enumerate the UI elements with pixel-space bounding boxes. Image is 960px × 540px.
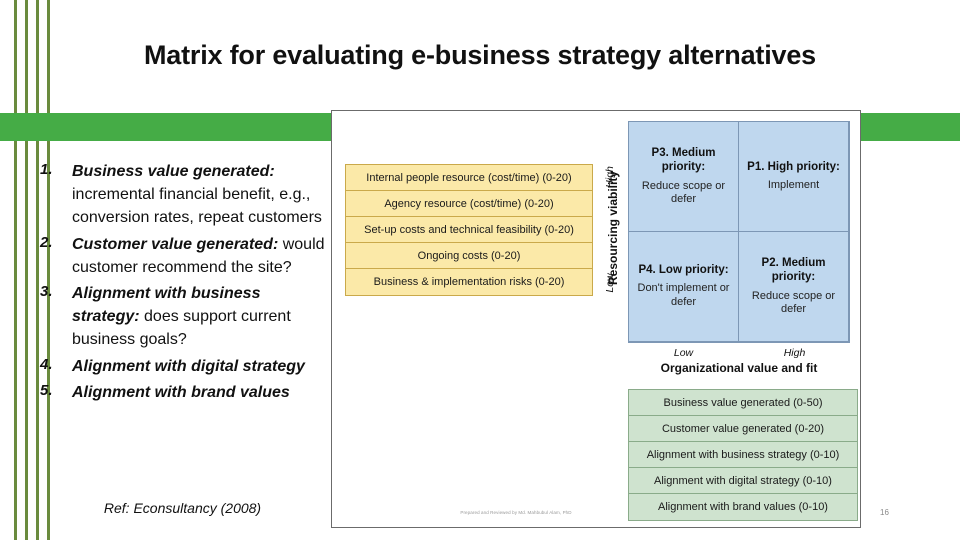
list-item: 3. Alignment with business strategy: doe… xyxy=(40,282,325,352)
quadrant-heading: P1. High priority: xyxy=(747,160,840,173)
y-axis-tick-low: Low xyxy=(604,273,616,293)
list-item-number: 3. xyxy=(40,282,53,300)
quadrant-heading: P3. Medium priority: xyxy=(651,146,716,174)
list-item-lead: Alignment with brand values xyxy=(72,383,290,401)
matrix-quadrant-p2: P2. Medium priority: Reduce scope or def… xyxy=(738,231,849,342)
list-item-lead: Customer value generated: xyxy=(72,235,279,253)
list-item: 4. Alignment with digital strategy xyxy=(40,355,325,378)
list-item-text: Customer value generated: would customer… xyxy=(72,233,325,279)
value-criteria-item: Alignment with business strategy (0-10) xyxy=(629,442,857,468)
resourcing-criteria-item: Internal people resource (cost/time) (0-… xyxy=(346,165,592,191)
list-item-number: 1. xyxy=(40,161,53,178)
list-item-lead: Alignment with digital strategy xyxy=(72,357,305,375)
matrix-quadrant-p1: P1. High priority: Implement xyxy=(738,121,849,232)
slide-page-number: 16 xyxy=(880,508,889,517)
matrix-quadrant-p4: P4. Low priority: Don't implement or def… xyxy=(628,231,739,342)
embedded-diagram-image: Internal people resource (cost/time) (0-… xyxy=(331,110,861,528)
x-axis-tick-high: High xyxy=(783,347,806,359)
quadrant-body: Don't implement or defer xyxy=(637,282,730,309)
resourcing-criteria-item: Agency resource (cost/time) (0-20) xyxy=(346,191,592,217)
x-axis: Low High Organizational value and fit xyxy=(628,347,850,375)
page-title: Matrix for evaluating e-business strateg… xyxy=(144,40,816,70)
title-accent-band-left xyxy=(0,113,331,141)
value-criteria-stack: Business value generated (0-50) Customer… xyxy=(628,389,858,521)
reference-note: Ref: Econsultancy (2008) xyxy=(103,500,262,516)
list-item-text: Alignment with digital strategy xyxy=(72,355,305,378)
diagram-credit-text: Prepared and Reviewed by Md. Mahbubul Al… xyxy=(460,510,572,515)
list-item: 5. Alignment with brand values xyxy=(40,381,325,404)
quadrant-heading: P4. Low priority: xyxy=(638,264,729,277)
quadrant-body: Implement xyxy=(767,179,820,192)
resourcing-criteria-item: Business & implementation risks (0-20) xyxy=(346,269,592,295)
list-item-text: Business value generated: incremental fi… xyxy=(72,160,325,230)
list-item-number: 5. xyxy=(40,381,53,399)
title-accent-band-right xyxy=(861,113,960,141)
decorative-vertical-rule-2 xyxy=(25,0,28,540)
list-item-rest: incremental financial benefit, e.g., con… xyxy=(72,186,322,227)
list-item: 2. Customer value generated: would custo… xyxy=(40,233,325,279)
y-axis-tick-high: High xyxy=(604,166,616,188)
y-axis: Resourcing viability High Low xyxy=(590,149,628,324)
list-item-number: 4. xyxy=(40,355,53,373)
value-criteria-item: Alignment with digital strategy (0-10) xyxy=(629,468,857,494)
diagram-canvas: Internal people resource (cost/time) (0-… xyxy=(332,111,860,527)
matrix-quadrant-p3: P3. Medium priority: Reduce scope or def… xyxy=(628,121,739,232)
decorative-vertical-rule-3 xyxy=(36,0,39,540)
list-item-lead: Business value generated: xyxy=(72,163,275,180)
decorative-vertical-rule-1 xyxy=(14,0,17,540)
quadrant-body: Reduce scope or defer xyxy=(751,289,836,316)
value-criteria-item: Alignment with brand values (0-10) xyxy=(629,494,857,520)
value-criteria-item: Business value generated (0-50) xyxy=(629,390,857,416)
quadrant-heading: P2. Medium priority: xyxy=(761,256,826,284)
x-axis-label: Organizational value and fit xyxy=(660,361,818,375)
x-axis-ticks: Low High xyxy=(628,347,850,359)
list-item-number: 2. xyxy=(40,233,53,251)
quadrant-body: Reduce scope or defer xyxy=(641,179,726,206)
list-item-text: Alignment with brand values xyxy=(72,381,290,404)
x-axis-tick-low: Low xyxy=(673,347,694,359)
priority-matrix: P3. Medium priority: Reduce scope or def… xyxy=(628,121,850,343)
list-item-text: Alignment with business strategy: does s… xyxy=(72,282,325,352)
criteria-list: 1. Business value generated: incremental… xyxy=(40,160,325,407)
list-item: 1. Business value generated: incremental… xyxy=(40,160,325,230)
resourcing-criteria-stack: Internal people resource (cost/time) (0-… xyxy=(345,164,593,296)
resourcing-criteria-item: Set-up costs and technical feasibility (… xyxy=(346,217,592,243)
resourcing-criteria-item: Ongoing costs (0-20) xyxy=(346,243,592,269)
value-criteria-item: Customer value generated (0-20) xyxy=(629,416,857,442)
